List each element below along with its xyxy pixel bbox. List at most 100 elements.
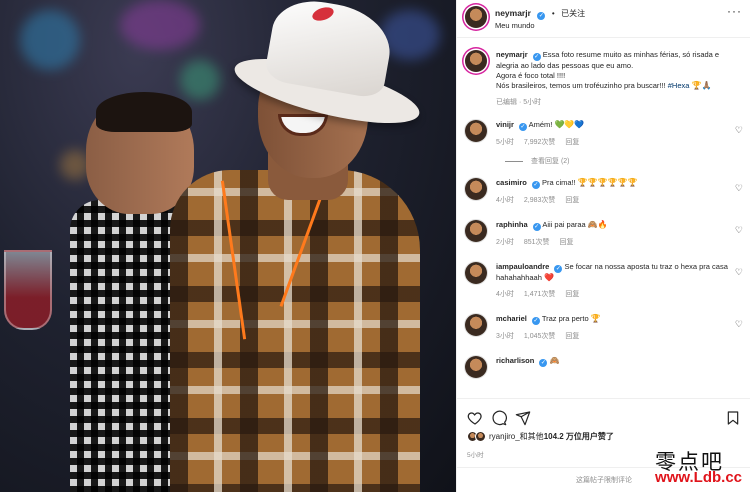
author-avatar[interactable] [465,6,487,28]
verified-badge-icon: ✓ [531,317,540,325]
more-icon[interactable]: ··· [727,5,742,17]
verified-badge-icon: ✓ [531,181,540,189]
follow-status[interactable]: 已关注 [561,9,585,18]
verified-badge-icon: ✓ [532,53,541,61]
wine-glass [4,250,52,330]
view-replies-button[interactable]: 查看回复 (2) [505,156,743,166]
caption: neymarjr ✓ Essa foto resume muito as minh… [465,50,743,108]
comment-username[interactable]: richarlison [496,356,534,365]
view-replies-label: 查看回复 (2) [531,158,570,165]
separator-dot: • [551,9,555,18]
comment-username[interactable]: mchariel [496,314,527,323]
comment-likes[interactable]: 2,983次赞 [524,197,556,204]
comment-avatar[interactable] [465,120,487,142]
verified-badge-icon: ✓ [554,265,563,273]
comment-text: Amém! [528,120,553,129]
caption-meta: 已编辑 · 5小时 [496,99,542,106]
likes-text: ryanjiro_和其他104.2 万位用户赞了 [489,431,614,442]
comment-item: iampauloandre ✓ Se focar na nossa aposta … [465,262,743,300]
comment-reply-button[interactable]: 回复 [565,333,579,340]
comment-meta: 4小时 2,983次赞 回复 [496,196,728,206]
comment-emoji: 🙈 [549,356,560,365]
liker-avatar [475,431,486,442]
comment-emoji: 💚💛💙 [554,120,585,129]
verified-badge-icon: ✓ [518,123,527,131]
comment-likes[interactable]: 7,992次赞 [524,139,556,146]
comment-item: vinijr ✓ Amém! 💚💛💙 5小时 7,992次赞 回复 ♡ [465,120,743,148]
background-person-hair [96,92,192,132]
comment-item: mchariel ✓ Traz pra perto 🏆 3小时 1,045次赞 回… [465,314,743,342]
comment-time: 2小时 [496,239,514,246]
comment-username[interactable]: vinijr [496,120,514,129]
comment-item: casimiro ✓ Pra cima!! 🏆🏆🏆🏆🏆🏆 4小时 2,983次赞 … [465,178,743,206]
comment-avatar[interactable] [465,262,487,284]
comment-item: raphinha ✓ Aiii pai paraa 🙈🔥 2小时 851次赞 回复… [465,220,743,248]
caption-emoji: 🏆🙏🏽 [691,81,712,90]
comment-item: richarlison ✓ 🙈 [465,356,743,378]
comment-emoji: 🏆🏆🏆🏆🏆🏆 [577,178,638,187]
comment-emoji: 🙈🔥 [587,220,608,229]
comment-meta: 5小时 7,992次赞 回复 [496,138,728,148]
post-photo[interactable] [0,0,456,492]
comment-meta: 3小时 1,045次赞 回复 [496,332,728,342]
comment-avatar[interactable] [465,356,487,378]
comment-reply-button[interactable]: 回复 [565,197,579,204]
comment-likes[interactable]: 1,471次赞 [524,291,556,298]
post-side-panel: neymarjr ✓ • 已关注 Meu mundo ··· neymarjr ✓… [456,0,750,492]
save-icon[interactable] [725,410,741,426]
heart-icon[interactable]: ♡ [735,125,743,136]
comment-username[interactable]: iampauloandre [496,262,549,271]
post-time: 5小时 [467,452,484,459]
likes-count[interactable]: 104.2 万位用户赞了 [544,432,614,441]
heart-icon[interactable]: ♡ [735,319,743,330]
comment-text: Traz pra perto [541,314,589,323]
likes-summary[interactable]: ryanjiro_和其他104.2 万位用户赞了 [467,431,614,442]
bokeh-light [20,10,80,70]
comment-avatar[interactable] [465,220,487,242]
plaid-jacket [170,170,420,492]
comment-meta: 4小时 1,471次赞 回复 [496,290,728,300]
comment-reply-button[interactable]: 回复 [560,239,574,246]
watermark-url: www.Ldb.cc [655,469,742,486]
caption-username[interactable]: neymarjr [496,50,528,59]
comment-text: Pra cima!! [541,178,576,187]
comment-time: 4小时 [496,197,514,204]
verified-badge-icon: ✓ [537,12,546,20]
comment-avatar[interactable] [465,178,487,200]
verified-badge-icon: ✓ [539,359,548,367]
comment-emoji: ❤️ [543,273,554,282]
comment-reply-button[interactable]: 回复 [565,139,579,146]
post-header: neymarjr ✓ • 已关注 Meu mundo ··· [457,0,750,38]
comment-username[interactable]: casimiro [496,178,527,187]
heart-icon[interactable]: ♡ [735,267,743,278]
comments-list[interactable]: neymarjr ✓ Essa foto resume muito as minh… [457,40,750,394]
comment-likes[interactable]: 851次赞 [524,239,550,246]
heart-icon[interactable]: ♡ [735,225,743,236]
author-username[interactable]: neymarjr [495,8,531,18]
comment-likes[interactable]: 1,045次赞 [524,333,556,340]
post-location[interactable]: Meu mundo [495,20,585,31]
comment-reply-button[interactable]: 回复 [565,291,579,298]
comment-text: Aiii pai paraa [542,220,586,229]
heart-icon[interactable]: ♡ [735,183,743,194]
post-actions [457,398,750,428]
comment-meta: 2小时 851次赞 回复 [496,238,728,248]
comment-username[interactable]: raphinha [496,220,528,229]
comment-time: 4小时 [496,291,514,298]
verified-badge-icon: ✓ [532,223,541,231]
caption-hashtag[interactable]: #Hexa [668,81,690,90]
reply-line [505,160,523,162]
comment-time: 3小时 [496,333,514,340]
bokeh-light [120,0,200,50]
comment-avatar[interactable] [465,314,487,336]
bokeh-light [180,60,220,100]
likes-prefix[interactable]: ryanjiro_和其他 [489,432,544,441]
comment-icon[interactable] [491,410,507,426]
caption-avatar[interactable] [465,50,487,72]
heart-icon[interactable] [467,410,483,426]
share-icon[interactable] [515,410,531,426]
comment-time: 5小时 [496,139,514,146]
comment-emoji: 🏆 [590,314,601,323]
caption-line1: Essa foto resume muito as minhas férias,… [496,50,720,70]
caption-line2: Agora é foco total !!!! [496,71,566,80]
